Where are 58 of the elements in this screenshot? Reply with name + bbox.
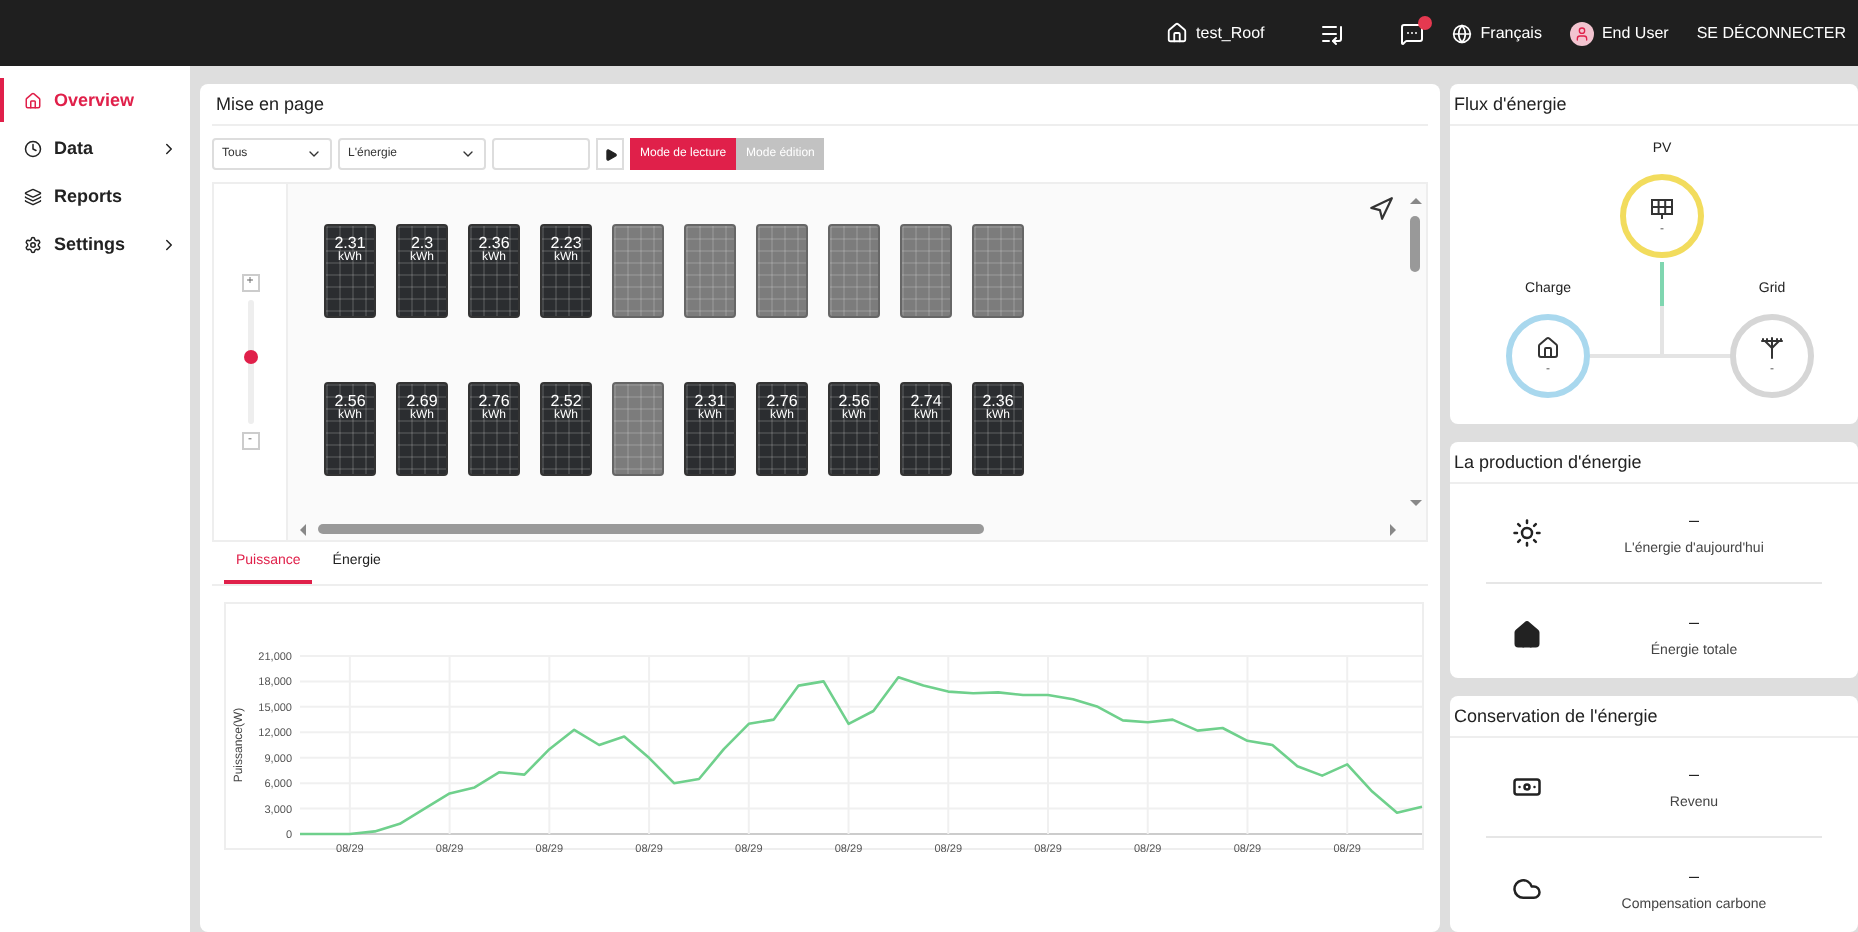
globe-icon bbox=[1452, 23, 1473, 43]
house-icon bbox=[24, 91, 42, 109]
panel-energy-value: 2.76 bbox=[766, 392, 798, 410]
panel-energy-value: 2.36 bbox=[478, 234, 510, 252]
cloud-icon bbox=[1511, 873, 1541, 903]
card-title: Conservation de l'énergie bbox=[1450, 696, 1858, 738]
stat-value: – bbox=[1688, 764, 1699, 784]
house-icon bbox=[1511, 619, 1541, 649]
stat-value: – bbox=[1688, 611, 1699, 631]
card-title: La production d'énergie bbox=[1450, 442, 1858, 484]
compass-icon bbox=[1368, 196, 1394, 222]
language-selector[interactable]: Français bbox=[1452, 23, 1542, 43]
sidebar-item[interactable]: Reports bbox=[0, 174, 190, 218]
site-selector[interactable]: test_Roof bbox=[1166, 22, 1265, 44]
solar-panel[interactable] bbox=[900, 224, 952, 318]
stat-value: – bbox=[1688, 510, 1699, 530]
avatar-icon bbox=[1569, 21, 1594, 45]
layers-icon bbox=[24, 187, 42, 205]
solar-panel[interactable] bbox=[684, 224, 736, 318]
chevron-icon bbox=[306, 146, 322, 162]
card-title: Flux d'énergie bbox=[1450, 84, 1858, 126]
clock-icon bbox=[24, 139, 42, 157]
panel-energy-value: 2.76 bbox=[478, 392, 510, 410]
panel-energy-value: 2.52 bbox=[550, 392, 582, 410]
banknote-icon bbox=[1511, 772, 1541, 802]
sidebar-item[interactable]: Data bbox=[0, 126, 190, 170]
play-button[interactable] bbox=[596, 138, 624, 170]
panel-energy-value: 2.3 bbox=[410, 234, 434, 252]
panel-energy-value: 2.69 bbox=[406, 392, 438, 410]
panel-energy-value: 2.36 bbox=[982, 392, 1014, 410]
sidebar-item[interactable]: Overview bbox=[0, 78, 190, 122]
zoom-slider-thumb[interactable] bbox=[243, 349, 257, 364]
sidebar-item[interactable]: Settings bbox=[0, 222, 190, 266]
solar-panel[interactable] bbox=[756, 224, 808, 318]
gear-icon bbox=[24, 235, 42, 253]
panel-energy-value: 2.56 bbox=[838, 392, 870, 410]
panel-energy-value: 2.31 bbox=[694, 392, 726, 410]
input-field[interactable] bbox=[492, 138, 590, 170]
power-pylon-icon bbox=[1760, 336, 1784, 360]
house-icon bbox=[1536, 336, 1560, 360]
panel-energy-value: 2.31 bbox=[334, 234, 366, 252]
stat-value: – bbox=[1688, 865, 1699, 885]
chevron-icon bbox=[460, 146, 476, 162]
house-icon bbox=[1166, 22, 1189, 44]
user-menu[interactable]: End User bbox=[1569, 21, 1669, 45]
panel-energy-value: 2.74 bbox=[910, 392, 942, 410]
card-title: Mise en page bbox=[212, 84, 1428, 126]
solar-panel[interactable] bbox=[612, 382, 664, 476]
solar-panel[interactable] bbox=[828, 224, 880, 318]
panel-energy-value: 2.56 bbox=[334, 392, 366, 410]
logout-link[interactable]: SE DÉCONNECTER bbox=[1696, 24, 1846, 42]
panel-energy-value: 2.23 bbox=[550, 234, 582, 252]
sun-icon bbox=[1511, 518, 1541, 548]
solar-panel[interactable] bbox=[612, 224, 664, 318]
solar-panel[interactable] bbox=[972, 224, 1024, 318]
solar-panel-icon bbox=[1650, 197, 1674, 219]
play-icon bbox=[603, 147, 617, 161]
list-sort-icon[interactable] bbox=[1320, 21, 1345, 45]
